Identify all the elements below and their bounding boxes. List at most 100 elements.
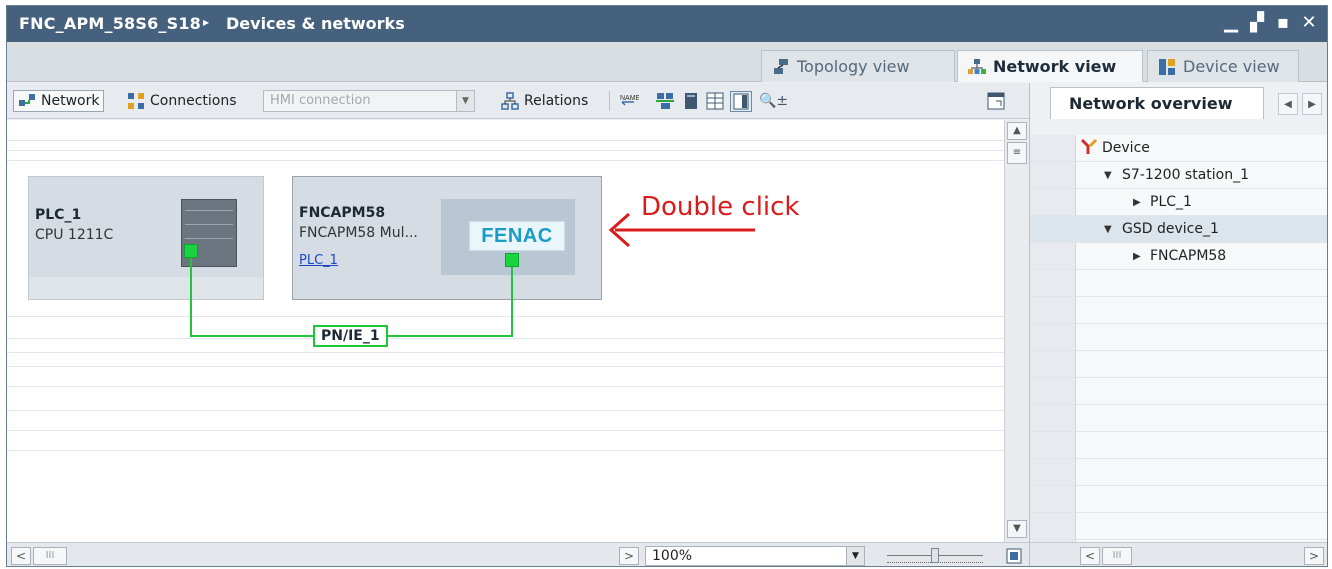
plc-device-footer (29, 277, 263, 299)
connection-type-select[interactable]: HMI connection ▼ (263, 90, 475, 112)
overview-navigation-icon[interactable] (1005, 547, 1023, 565)
subnet-line-plc (190, 258, 192, 336)
close-icon[interactable]: ✕ (1299, 12, 1319, 34)
grid-line (7, 150, 1004, 151)
relations-label: Relations (524, 93, 589, 109)
plc-device-name: PLC_1 (35, 207, 82, 223)
network-mode-label: Network (41, 93, 100, 109)
overview-row[interactable]: ▼ GSD device_1 (1030, 216, 1327, 243)
overview-scroll-thumb[interactable]: III (1102, 547, 1132, 565)
subnet-label[interactable]: PN/IE_1 (313, 325, 388, 347)
scroll-right-icon[interactable]: > (619, 547, 639, 565)
zoom-chevron-down-icon[interactable]: ▼ (846, 547, 864, 565)
overview-row[interactable]: ▼ S7-1200 station_1 (1030, 162, 1327, 189)
collapsed-triangle-icon[interactable]: ▶ (1133, 197, 1141, 208)
overview-scroll-left-icon[interactable]: < (1080, 547, 1100, 565)
overview-empty-row (1030, 405, 1327, 432)
tab-scroll-right-icon[interactable]: ▶ (1302, 93, 1322, 115)
title-bar: FNC_APM_58S6_S18 ▸ Devices & networks ▁ … (7, 6, 1327, 42)
network-overview-panel: Network overview ◀ ▶ Device ▼ S7-1200 st… (1029, 83, 1327, 566)
tab-network-overview[interactable]: Network overview (1050, 87, 1264, 119)
subnet-line-fncapm58 (511, 267, 513, 336)
overview-row[interactable]: ▶ PLC_1 (1030, 189, 1327, 216)
project-title: FNC_APM_58S6_S18 (19, 14, 202, 33)
toolbar-separator (609, 91, 610, 111)
view-tabs: Topology view Network view Device view (7, 42, 1327, 82)
plc-module-slot (185, 224, 233, 225)
overview-row[interactable]: ▶ FNCAPM58 (1030, 243, 1327, 270)
expanded-triangle-icon[interactable]: ▼ (1104, 170, 1112, 181)
grid-line (7, 430, 1004, 431)
plc-device-type: CPU 1211C (35, 227, 114, 243)
plc-module-slot (185, 238, 233, 239)
show-names-icon[interactable]: NAME (619, 92, 641, 110)
table-view-icon[interactable] (706, 92, 724, 110)
network-canvas[interactable]: PLC_1 CPU 1211C FNCAPM58 FNCAPM58 Mul...… (7, 120, 1004, 542)
assigned-controller-link[interactable]: PLC_1 (299, 253, 338, 268)
expanded-triangle-icon[interactable]: ▼ (1104, 224, 1112, 235)
tab-topology-view[interactable]: Topology view (761, 50, 955, 82)
devices-networks-window: FNC_APM_58S6_S18 ▸ Devices & networks ▁ … (6, 5, 1328, 567)
zoom-in-button[interactable]: 🔍± (759, 90, 788, 112)
plc-profinet-port[interactable] (184, 244, 198, 258)
tab-topology-label: Topology view (797, 57, 910, 76)
topology-icon (772, 58, 790, 76)
plc-module-slot (185, 210, 233, 211)
scroll-thumb[interactable]: ≡ (1007, 142, 1027, 164)
fenac-logo: FENAC (469, 221, 565, 251)
scroll-left-icon[interactable]: < (11, 547, 31, 565)
horizontal-scroll-thumb[interactable]: III (33, 547, 67, 565)
overview-empty-row (1030, 297, 1327, 324)
grid-line (7, 160, 1004, 161)
device-icon (1158, 58, 1176, 76)
scroll-up-icon[interactable]: ▲ (1007, 122, 1027, 140)
overview-table: Device ▼ S7-1200 station_1 ▶ PLC_1 ▼ GSD… (1030, 135, 1327, 542)
network-icon (968, 58, 986, 76)
grid-line (7, 338, 1004, 339)
assign-network-icon[interactable] (655, 92, 674, 110)
restore-icon[interactable]: ▞ (1247, 12, 1267, 34)
panel-toggle-icon[interactable] (987, 92, 1005, 110)
collapsed-triangle-icon[interactable]: ▶ (1133, 251, 1141, 262)
grid-line (7, 410, 1004, 411)
network-mode-button[interactable]: Network (13, 90, 105, 112)
overview-row-label: S7-1200 station_1 (1122, 167, 1250, 183)
zoom-select[interactable]: 100% ▼ (645, 546, 865, 566)
relations-button[interactable]: Relations (501, 90, 588, 112)
fncapm58-profinet-port[interactable] (505, 253, 519, 267)
minimize-icon[interactable]: ▁ (1221, 12, 1241, 34)
tab-network-label: Network view (993, 57, 1117, 76)
relations-icon (501, 92, 519, 110)
tab-scroll-left-icon[interactable]: ◀ (1278, 93, 1298, 115)
fncapm58-device-type: FNCAPM58 Mul... (299, 225, 418, 241)
overview-empty-row (1030, 486, 1327, 513)
split-view-icon[interactable] (730, 91, 752, 112)
scroll-down-icon[interactable]: ▼ (1007, 520, 1027, 538)
grid-line (7, 140, 1004, 141)
maximize-icon[interactable]: ▪ (1273, 12, 1293, 34)
overview-row-label: PLC_1 (1150, 194, 1192, 210)
overview-empty-row (1030, 432, 1327, 459)
overview-row-label: FNCAPM58 (1150, 248, 1227, 264)
grid-line (7, 366, 1004, 367)
chevron-down-icon[interactable]: ▼ (456, 91, 474, 111)
overview-empty-row (1030, 270, 1327, 297)
zoom-in-icon: 🔍± (759, 93, 789, 109)
device-list-icon[interactable] (682, 92, 700, 110)
overview-empty-row (1030, 513, 1327, 540)
plc-device-box[interactable]: PLC_1 CPU 1211C (28, 176, 264, 300)
fncapm58-device-box[interactable]: FNCAPM58 FNCAPM58 Mul... PLC_1 FENAC (292, 176, 602, 300)
tab-device-view[interactable]: Device view (1147, 50, 1299, 82)
overview-scroll-right-icon[interactable]: > (1304, 547, 1324, 565)
connections-button[interactable]: Connections (127, 90, 237, 112)
connection-type-value: HMI connection (270, 93, 371, 108)
double-click-annotation: Double click (641, 192, 800, 222)
tab-network-view[interactable]: Network view (957, 50, 1143, 82)
zoom-slider[interactable] (887, 547, 983, 565)
window-controls: ▁ ▞ ▪ ✕ (1221, 12, 1319, 34)
breadcrumb: Devices & networks (226, 14, 405, 33)
overview-empty-row (1030, 459, 1327, 486)
fncapm58-device-name: FNCAPM58 (299, 205, 386, 221)
canvas-vertical-scrollbar[interactable]: ▲ ≡ ▼ (1004, 120, 1029, 542)
zoom-slider-thumb[interactable] (931, 548, 939, 563)
